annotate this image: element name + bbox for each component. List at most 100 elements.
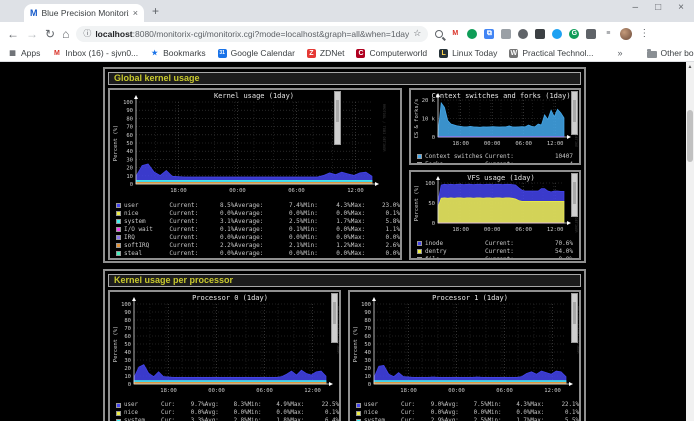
reload-button[interactable]: ↻ bbox=[45, 28, 55, 40]
embedded-frame-scrollbar[interactable] bbox=[331, 293, 338, 343]
svg-text:90: 90 bbox=[364, 310, 371, 316]
svg-text:80: 80 bbox=[124, 318, 131, 324]
maximize-button[interactable]: □ bbox=[655, 2, 661, 13]
forward-button[interactable]: → bbox=[26, 28, 38, 40]
bookmark-star-icon[interactable]: ☆ bbox=[413, 28, 421, 39]
legend-row: ForksCurrent:4 bbox=[411, 160, 579, 165]
legend-stat: Current:0.0% bbox=[485, 256, 573, 261]
processor0-chart-mount: 010203040506070809010018:0000:0006:0012:… bbox=[110, 292, 339, 401]
svg-text:CS & forks/s: CS & forks/s bbox=[414, 99, 420, 139]
legend-color-swatch bbox=[116, 259, 121, 261]
bookmark-item[interactable]: WPractical Technol... bbox=[509, 48, 593, 58]
page-info-icon[interactable]: ⓘ bbox=[83, 28, 91, 39]
minimize-button[interactable]: – bbox=[633, 2, 639, 13]
url-text: localhost:8080/monitorix-cgi/monitorix.c… bbox=[95, 29, 409, 39]
bookmark-item[interactable]: ★Bookmarks bbox=[150, 48, 206, 58]
blue-oval-icon[interactable] bbox=[552, 29, 562, 39]
embedded-frame-scrollbar[interactable] bbox=[571, 293, 578, 343]
new-tab-button[interactable]: + bbox=[152, 5, 159, 17]
browser-tab[interactable]: M Blue Precision Monitorix × bbox=[24, 4, 144, 22]
embedded-frame-scrollbar[interactable] bbox=[571, 173, 578, 217]
embedded-frame-scrollbar[interactable] bbox=[571, 91, 578, 135]
bookmark-label: Inbox (16) - sjvn0... bbox=[65, 48, 138, 58]
puzzle-extensions-icon[interactable] bbox=[586, 29, 596, 39]
gmail-icon[interactable]: M bbox=[450, 29, 460, 39]
green-circle-icon[interactable]: G bbox=[569, 29, 579, 39]
svg-text:Percent (%): Percent (%) bbox=[414, 185, 420, 221]
legend-series-label: I/O wait bbox=[124, 226, 169, 233]
legend-series-label: softIRQ bbox=[124, 242, 169, 249]
camera-icon[interactable] bbox=[518, 29, 528, 39]
legend-series-label: inode bbox=[425, 240, 485, 247]
bookmark-item[interactable]: ZZDNet bbox=[307, 48, 345, 58]
legend-color-swatch bbox=[116, 227, 121, 232]
close-button[interactable]: × bbox=[678, 2, 684, 13]
svg-text:90: 90 bbox=[126, 108, 133, 114]
other-bookmarks-label: Other bookmarks bbox=[661, 48, 694, 58]
profile-avatar[interactable] bbox=[620, 28, 632, 40]
url-host: localhost bbox=[95, 29, 132, 39]
bookmark-item[interactable]: ▦Apps bbox=[8, 48, 40, 58]
legend-color-swatch bbox=[417, 257, 422, 261]
bookmark-item[interactable]: 31Google Calendar bbox=[218, 48, 295, 58]
bookmarks-bar: ▦Apps MInbox (16) - sjvn0... ★Bookmarks 31G… bbox=[0, 45, 694, 62]
legend-color-swatch bbox=[116, 219, 121, 224]
legend-row: fileCurrent:0.0% bbox=[411, 255, 579, 260]
svg-text:RRDTOOL / TOBI OETIKER: RRDTOOL / TOBI OETIKER bbox=[382, 104, 386, 152]
dark-square-icon[interactable] bbox=[535, 29, 545, 39]
legend-series-label: file bbox=[425, 256, 485, 261]
section-global-kernel-usage: Global kernel usage 01020304050607080901… bbox=[103, 67, 586, 263]
bookmark-item[interactable]: CComputerworld bbox=[356, 48, 427, 58]
legend-stat: Min:1.2% bbox=[303, 242, 350, 249]
bookmark-label: Linux Today bbox=[452, 48, 497, 58]
other-bookmarks-button[interactable]: Other bookmarks bbox=[647, 48, 694, 58]
svg-text:10: 10 bbox=[124, 374, 131, 380]
bookmark-label: Bookmarks bbox=[163, 48, 206, 58]
svg-text:50: 50 bbox=[364, 342, 371, 348]
legend-stat: Average:0.0% bbox=[234, 234, 303, 241]
tab-close-icon[interactable]: × bbox=[133, 8, 138, 18]
bookmark-item[interactable]: LLinux Today bbox=[439, 48, 497, 58]
bookmarks-overflow-chevron[interactable]: » bbox=[618, 48, 623, 58]
scrollbar-up-arrow[interactable]: ▲ bbox=[686, 62, 694, 72]
embedded-frame-scrollbar[interactable] bbox=[334, 91, 341, 145]
legend-stat: Avg:8.3% bbox=[205, 402, 248, 408]
legend-color-swatch bbox=[116, 235, 121, 240]
legend-series-label: nice bbox=[124, 210, 169, 217]
svg-text:12:00: 12:00 bbox=[547, 141, 564, 147]
legend-stat: Cur:0.0% bbox=[401, 410, 445, 416]
browser-menu-icon[interactable]: ⋮ bbox=[639, 28, 649, 39]
page-scrollbar[interactable]: ▲ bbox=[686, 62, 694, 421]
bookmark-label: ZDNet bbox=[320, 48, 345, 58]
legend-stat: Min:0.0% bbox=[248, 410, 291, 416]
gray-square-icon[interactable] bbox=[501, 29, 511, 39]
scrollbar-thumb[interactable] bbox=[687, 110, 693, 162]
legend-color-swatch bbox=[116, 203, 121, 208]
svg-text:20: 20 bbox=[124, 366, 131, 372]
magnifier-icon[interactable] bbox=[435, 30, 443, 38]
url-bar[interactable]: ⓘ localhost:8080/monitorix-cgi/monitorix… bbox=[76, 26, 428, 42]
legend-stat: Cur:0.0% bbox=[161, 410, 205, 416]
green-globe-icon[interactable] bbox=[467, 29, 477, 39]
legend-stat: Min:4.3% bbox=[488, 402, 531, 408]
back-button[interactable]: ← bbox=[7, 28, 19, 40]
bookmark-item[interactable]: MInbox (16) - sjvn0... bbox=[52, 48, 138, 58]
reading-list-icon[interactable]: ≡ bbox=[603, 29, 613, 39]
apps-grid-icon: ▦ bbox=[8, 49, 17, 58]
legend-row: userCurrent:8.5%Average:7.4%Min:4.3%Max:… bbox=[110, 201, 400, 209]
legend-row: systemCur:2.9%Avg:2.5%Min:1.7%Max:5.5% bbox=[350, 417, 579, 421]
legend-stat: Max:0.1% bbox=[530, 410, 579, 416]
svg-text:10: 10 bbox=[126, 174, 133, 180]
svg-text:70: 70 bbox=[124, 326, 131, 332]
svg-text:00:00: 00:00 bbox=[484, 227, 501, 233]
legend-stat: Current:54.0% bbox=[485, 248, 573, 255]
legend-stat: Min:4.3% bbox=[303, 202, 350, 209]
copy-pages-icon[interactable]: ⧉ bbox=[484, 29, 494, 39]
svg-text:70: 70 bbox=[126, 125, 133, 131]
processor0-chart: 010203040506070809010018:0000:0006:0012:… bbox=[110, 292, 340, 396]
legend-stat: Min:0.0% bbox=[303, 226, 350, 233]
legend-stat: Cur:9.7% bbox=[161, 402, 205, 408]
url-path: :8080/monitorix-cgi/monitorix.cgi?mode=l… bbox=[133, 29, 410, 39]
home-button[interactable]: ⌂ bbox=[62, 28, 69, 40]
legend-stat: Max:0.1% bbox=[290, 410, 339, 416]
